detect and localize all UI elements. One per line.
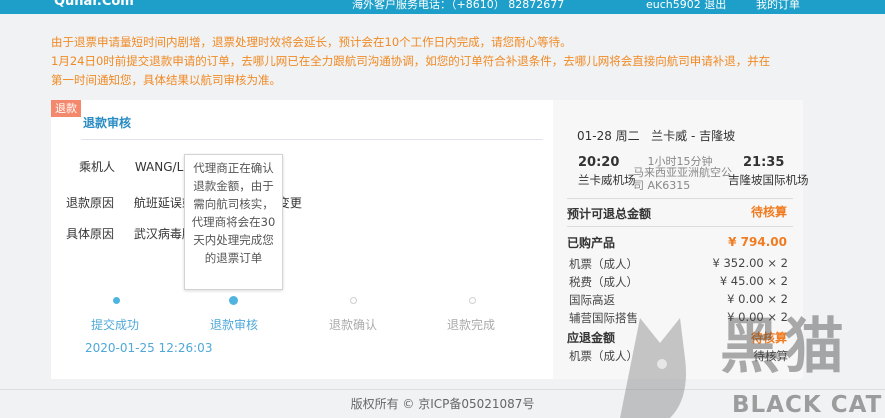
arrival-airport: 吉隆坡国际机场 xyxy=(728,173,809,187)
top-bar: Qunar.Com 海外客户服务电话：（+8610） 82872677 euch… xyxy=(0,0,885,14)
departure-airport: 兰卡威机场 xyxy=(578,173,636,187)
qunar-logo[interactable]: Qunar.Com xyxy=(54,0,134,9)
divider xyxy=(81,139,543,140)
panel-title: 退款审核 xyxy=(83,116,132,130)
watermark-han: 黑猫 xyxy=(720,312,848,382)
step-label-confirm: 退款确认 xyxy=(329,318,378,332)
price-line-value: ¥ 45.00 × 2 xyxy=(719,274,788,288)
flight-date: 01-28 周二 兰卡威 - 吉隆坡 xyxy=(577,127,735,144)
notice-line: 第一时间通知您，具体结果以航司审核为准。 xyxy=(51,73,281,87)
submit-time: 2020-01-25 12:26:03 xyxy=(85,341,213,355)
carrier: 马来西亚亚洲航空公司 AK6315 xyxy=(633,166,732,192)
progress-steps: 提交成功 退款审核 退款确认 退款完成 2020-01-25 12:26:03 xyxy=(51,290,553,370)
price-line-label: 税费（成人） xyxy=(569,275,638,289)
flight-route: 兰卡威 - 吉隆坡 xyxy=(651,129,736,143)
passenger-label: 乘机人 xyxy=(79,160,116,174)
refund-tag: 退款 xyxy=(51,100,81,117)
expected-refund-value: 待核算 xyxy=(750,205,787,219)
refund-notice: 由于退票申请量短时间内剧增，退票处理时效将会延长，预计会在10个工作日内完成，请… xyxy=(51,33,821,90)
arrival-time: 21:35 xyxy=(743,155,785,170)
price-line: 国际高返 ¥ 0.00 × 2 xyxy=(569,292,788,308)
expected-refund-label: 预计可退总金额 xyxy=(567,207,652,221)
price-line-label: 辅营国际搭售 xyxy=(569,311,638,325)
price-line-label: 国际高返 xyxy=(569,293,615,307)
flight-date-text: 01-28 周二 xyxy=(577,129,640,143)
step-label-complete: 退款完成 xyxy=(447,318,496,332)
divider xyxy=(567,226,793,227)
price-line: 税费（成人） ¥ 45.00 × 2 xyxy=(569,274,788,290)
notice-line: 1月24日0时前提交退款申请的订单，去哪儿网已在全力跟航司沟通协调，如您的订单符… xyxy=(51,54,771,68)
price-line-value: ¥ 352.00 × 2 xyxy=(712,256,788,270)
refund-line-label: 机票（成人） xyxy=(569,349,638,363)
watermark-en: BLACK CAT xyxy=(732,392,883,418)
step-dot-submitted xyxy=(113,297,120,304)
purchased-value: ¥ 794.00 xyxy=(728,235,787,249)
price-line-label: 机票（成人） xyxy=(569,257,638,271)
detail-label: 具体原因 xyxy=(66,227,115,241)
user-logout[interactable]: euch5902 退出 xyxy=(646,0,726,12)
step-dot-review xyxy=(229,296,238,305)
step-label-review: 退款审核 xyxy=(210,318,259,332)
service-phone: 海外客户服务电话：（+8610） 82872677 xyxy=(352,0,565,11)
departure-time: 20:20 xyxy=(578,155,620,170)
reason-label: 退款原因 xyxy=(66,196,115,210)
price-line: 机票（成人） ¥ 352.00 × 2 xyxy=(569,256,788,272)
step-dot-complete xyxy=(469,297,476,304)
step-dot-confirm xyxy=(350,297,357,304)
purchased-label: 已购产品 xyxy=(567,236,616,250)
refund-amount-label: 应退金额 xyxy=(567,331,616,345)
notice-line: 由于退票申请量短时间内剧增，退票处理时效将会延长，预计会在10个工作日内完成，请… xyxy=(51,35,572,49)
price-line-value: ¥ 0.00 × 2 xyxy=(727,292,788,306)
my-orders-link[interactable]: 我的订单 xyxy=(756,0,800,12)
review-tooltip: 代理商正在确认退款金额，由于需向航司核实，代理商将会在30天内处理完成您的退票订… xyxy=(184,154,283,290)
step-label-submitted: 提交成功 xyxy=(91,318,140,332)
divider xyxy=(567,198,793,199)
